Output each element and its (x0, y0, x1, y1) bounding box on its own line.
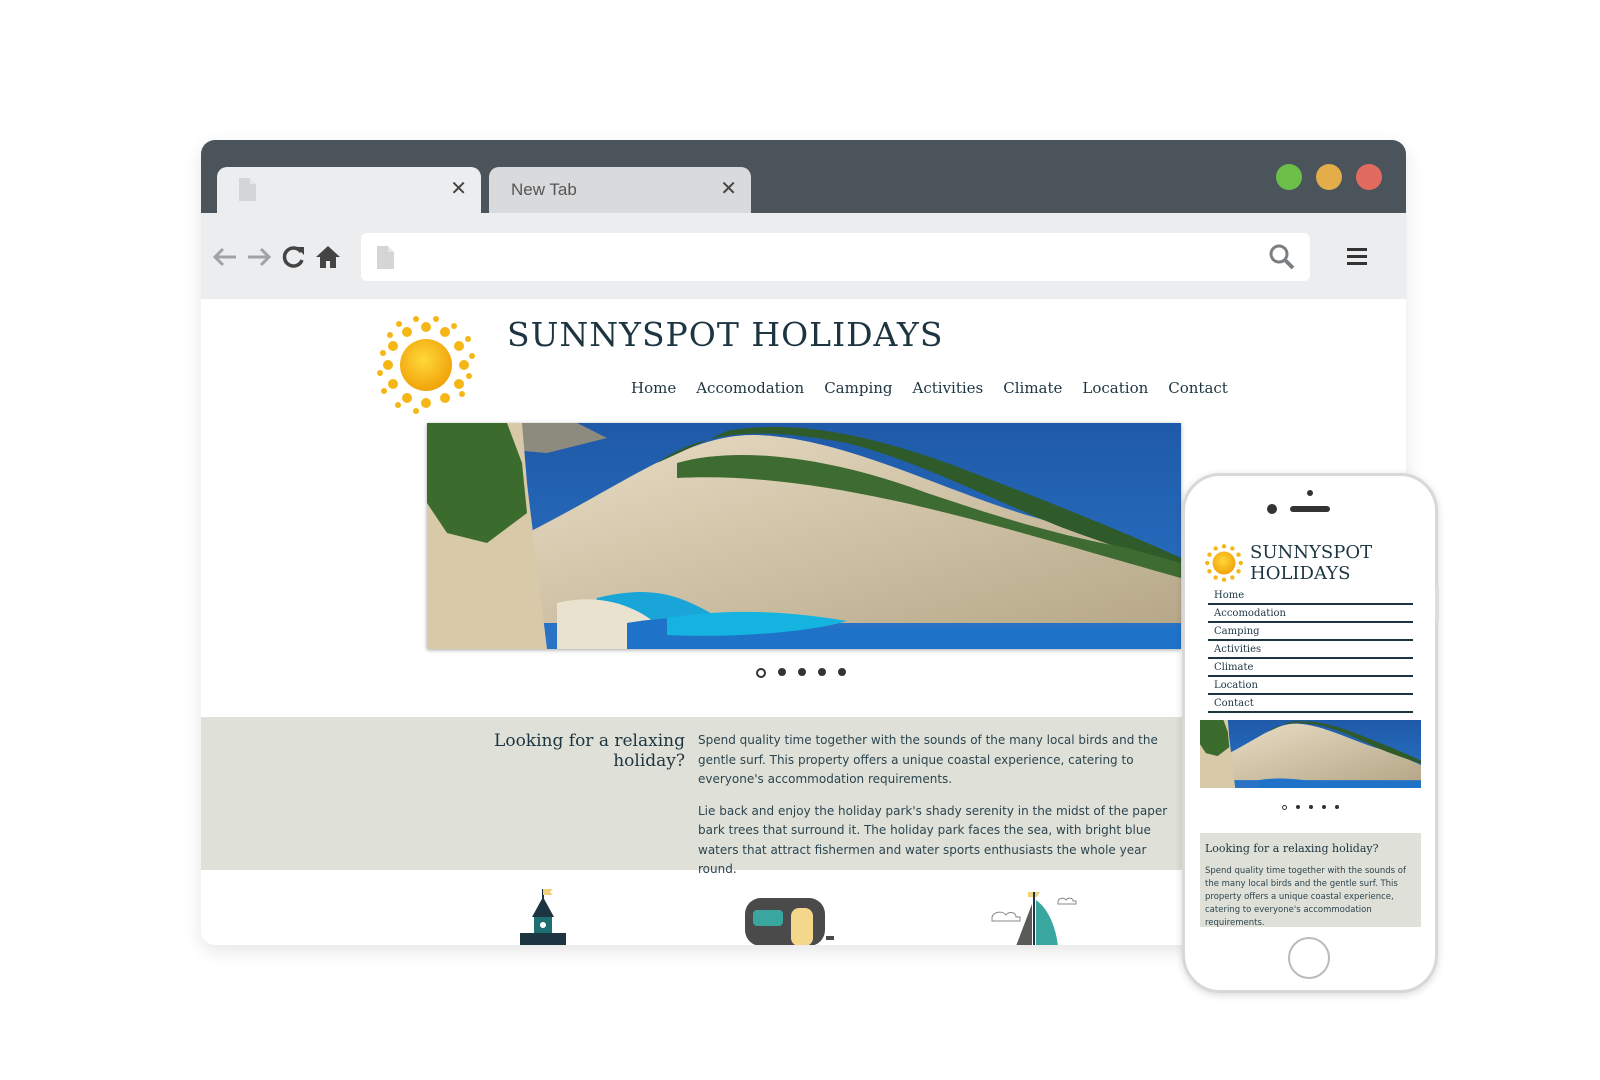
slider-dot[interactable] (1296, 805, 1300, 809)
mobile-nav-contact[interactable]: Contact (1208, 695, 1413, 713)
mobile-hero-image (1200, 720, 1421, 788)
search-icon[interactable] (1268, 243, 1296, 271)
document-icon (239, 178, 256, 201)
caravan-icon (745, 898, 834, 945)
nav-climate[interactable]: Climate (1003, 379, 1062, 397)
castle-icon (520, 889, 566, 945)
sun-logo-icon (1205, 544, 1243, 582)
mobile-nav-home[interactable]: Home (1208, 587, 1413, 605)
home-icon[interactable] (314, 243, 342, 271)
slider-dot[interactable] (1309, 805, 1313, 809)
mobile-intro-heading: Looking for a relaxing holiday? (1205, 842, 1379, 855)
nav-home[interactable]: Home (631, 379, 676, 397)
mobile-title-line: HOLIDAYS (1250, 563, 1351, 584)
slider-dots (756, 668, 846, 678)
mobile-site-title: SUNNYSPOT HOLIDAYS (1250, 542, 1372, 584)
maximize-button[interactable] (1276, 164, 1302, 190)
mobile-nav-accomodation[interactable]: Accomodation (1208, 605, 1413, 623)
back-arrow-icon[interactable] (211, 243, 239, 271)
phone-sensor (1307, 490, 1313, 496)
nav-accomodation[interactable]: Accomodation (696, 379, 804, 397)
mobile-intro-section: Looking for a relaxing holiday? Spend qu… (1200, 833, 1421, 927)
nav-location[interactable]: Location (1082, 379, 1148, 397)
mobile-nav-camping[interactable]: Camping (1208, 623, 1413, 641)
reload-icon[interactable] (280, 243, 308, 271)
close-icon[interactable]: ✕ (450, 176, 467, 200)
mobile-slider-dots (1282, 805, 1339, 810)
phone-camera (1267, 504, 1277, 514)
browser-toolbar (201, 213, 1406, 299)
slider-dot[interactable] (1282, 805, 1287, 810)
coastal-cliff-image (1200, 720, 1421, 788)
intro-paragraph: Lie back and enjoy the holiday park's sh… (698, 803, 1168, 877)
sailboat-icon (991, 892, 1077, 945)
slider-dot[interactable] (1335, 805, 1339, 809)
phone-side-button[interactable] (1435, 586, 1439, 622)
phone-mockup: SUNNYSPOT HOLIDAYS Home Accomodation Cam… (1182, 473, 1439, 993)
close-icon[interactable]: ✕ (720, 176, 737, 200)
nav-activities[interactable]: Activities (913, 379, 984, 397)
close-window-button[interactable] (1356, 164, 1382, 190)
tab-new-tab[interactable]: New Tab ✕ (489, 167, 751, 213)
nav-contact[interactable]: Contact (1168, 379, 1228, 397)
address-bar[interactable] (361, 233, 1310, 281)
phone-home-button[interactable] (1288, 937, 1330, 979)
slider-dot[interactable] (798, 668, 806, 676)
phone-speaker (1290, 506, 1330, 512)
forward-arrow-icon[interactable] (245, 243, 273, 271)
slider-dot[interactable] (818, 668, 826, 676)
intro-heading: Looking for a relaxing holiday? (494, 731, 685, 771)
slider-dot[interactable] (838, 668, 846, 676)
slider-dot[interactable] (756, 668, 766, 678)
hamburger-menu-icon[interactable] (1347, 247, 1367, 267)
mobile-nav-activities[interactable]: Activities (1208, 641, 1413, 659)
intro-paragraph: Spend quality time together with the sou… (698, 733, 1158, 786)
mobile-intro-text: Spend quality time together with the sou… (1205, 866, 1407, 927)
intro-text: Spend quality time together with the sou… (698, 731, 1178, 892)
mobile-nav-location[interactable]: Location (1208, 677, 1413, 695)
nav-camping[interactable]: Camping (824, 379, 892, 397)
slider-dot[interactable] (1322, 805, 1326, 809)
site-title: SUNNYSPOT HOLIDAYS (507, 315, 944, 354)
tab-active[interactable]: ✕ (217, 167, 481, 213)
slider-dot[interactable] (778, 668, 786, 676)
sun-logo-icon (377, 316, 475, 414)
tab-title: New Tab (511, 180, 577, 199)
mobile-nav-climate[interactable]: Climate (1208, 659, 1413, 677)
coastal-cliff-image (427, 423, 1181, 649)
hero-image (427, 423, 1181, 649)
main-nav: Home Accomodation Camping Activities Cli… (631, 379, 1228, 397)
mobile-title-line: SUNNYSPOT (1250, 542, 1373, 563)
minimize-button[interactable] (1316, 164, 1342, 190)
mobile-nav: Home Accomodation Camping Activities Cli… (1208, 587, 1413, 713)
document-icon (377, 246, 394, 269)
browser-titlebar: ✕ New Tab ✕ (201, 140, 1406, 213)
phone-screen: SUNNYSPOT HOLIDAYS Home Accomodation Cam… (1200, 539, 1421, 927)
